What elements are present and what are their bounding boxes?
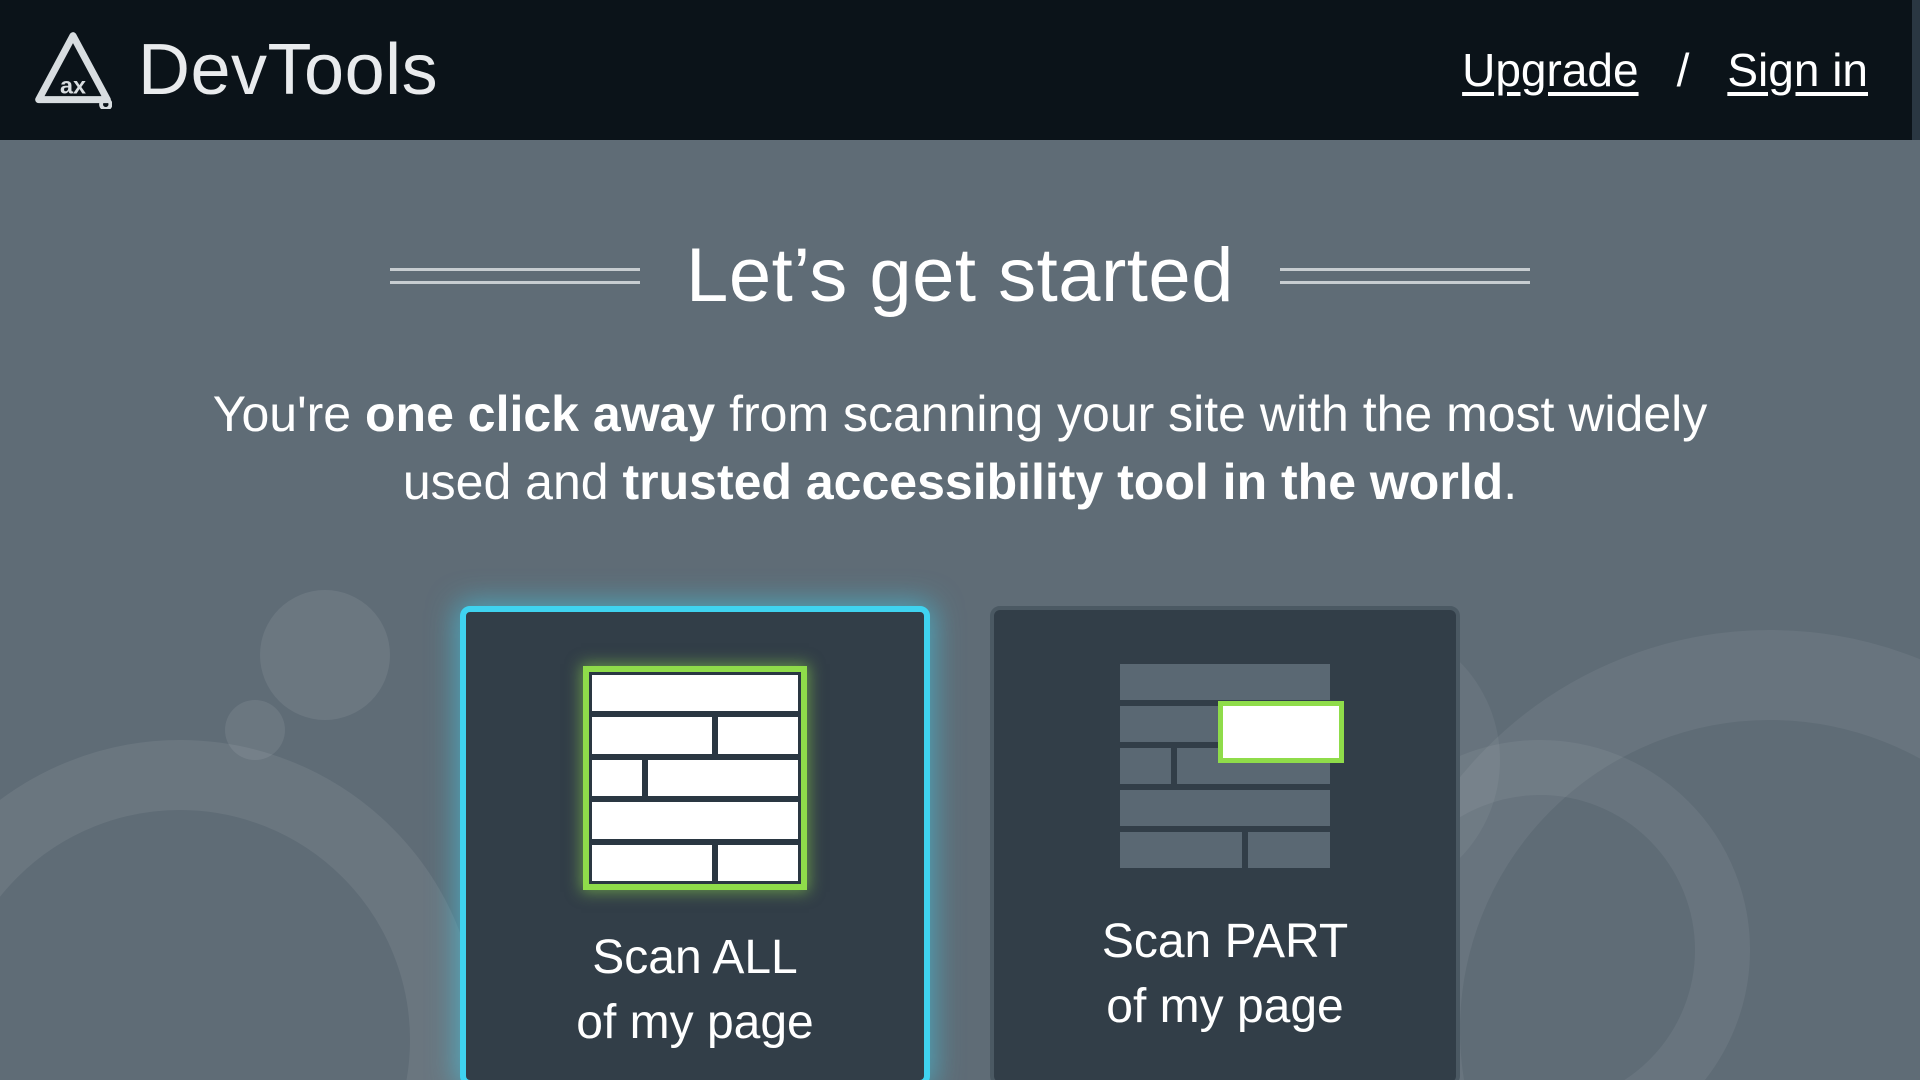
scan-part-icon [1120,664,1330,874]
subtitle-bold-2: trusted accessibility tool in the world [623,454,1504,510]
app-header: ax DevTools Upgrade / Sign in [0,0,1920,140]
title-row: Let’s get started [390,232,1530,319]
product-name: DevTools [138,29,438,111]
signin-link[interactable]: Sign in [1727,43,1868,97]
main-content: Let’s get started You're one click away … [0,140,1920,1080]
scan-part-label: Scan PART of my page [1102,910,1348,1040]
upgrade-link[interactable]: Upgrade [1462,43,1638,97]
scan-part-highlight-icon [1218,701,1344,763]
scan-part-card[interactable]: Scan PART of my page [990,606,1460,1080]
subtitle-text: You're [213,386,365,442]
page-subtitle: You're one click away from scanning your… [180,381,1740,516]
scan-part-label-line1: Scan PART [1102,910,1348,975]
panel-resize-handle[interactable] [1912,0,1920,140]
scan-all-label-line1: Scan ALL [576,926,813,991]
axe-logo-icon: ax [34,31,112,109]
page-title: Let’s get started [686,232,1234,319]
header-separator: / [1677,43,1690,97]
scan-part-label-line2: of my page [1102,975,1348,1040]
svg-text:ax: ax [60,72,86,98]
title-rule-right [1280,268,1530,284]
scan-all-icon [583,666,807,890]
header-links: Upgrade / Sign in [1462,43,1868,97]
subtitle-text: . [1503,454,1517,510]
scan-all-label-line2: of my page [576,991,813,1056]
subtitle-bold-1: one click away [365,386,715,442]
scan-options: Scan ALL of my page Scan PART of my page [460,606,1460,1080]
scan-all-label: Scan ALL of my page [576,926,813,1056]
scan-all-card[interactable]: Scan ALL of my page [460,606,930,1080]
logo: ax DevTools [34,29,438,111]
title-rule-left [390,268,640,284]
